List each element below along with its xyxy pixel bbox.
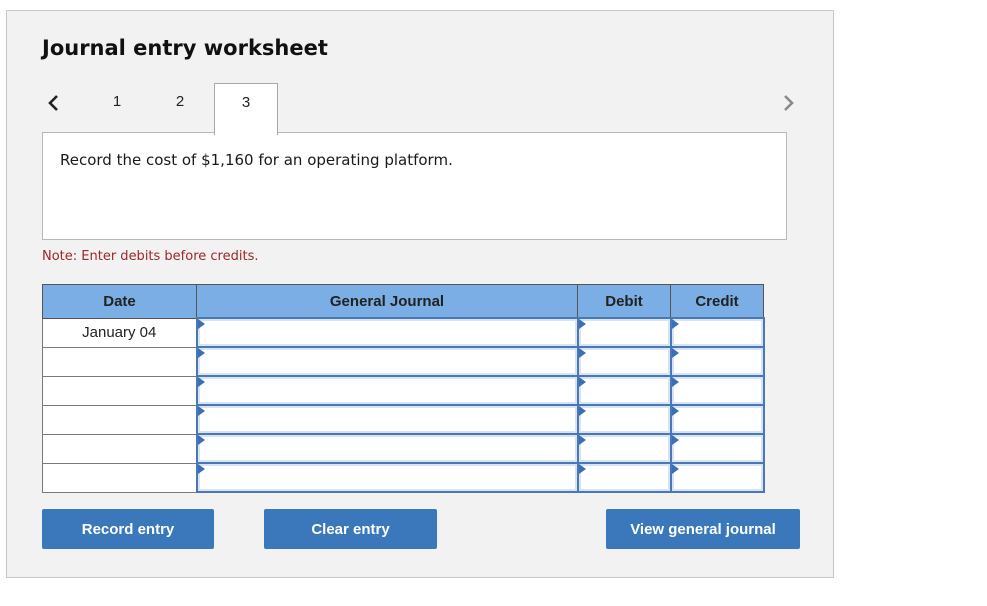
account-input[interactable] xyxy=(197,319,577,346)
debit-cell xyxy=(576,317,672,348)
dropdown-marker-icon xyxy=(578,406,586,416)
dropdown-marker-icon xyxy=(197,435,205,445)
table-row xyxy=(42,462,765,493)
tab-1[interactable]: 1 xyxy=(89,83,145,133)
credit-input[interactable] xyxy=(671,435,763,462)
dropdown-marker-icon xyxy=(197,464,205,474)
dropdown-marker-icon xyxy=(671,464,679,474)
debit-cell xyxy=(576,462,672,493)
debit-input[interactable] xyxy=(578,319,670,346)
dropdown-marker-icon xyxy=(197,377,205,387)
credit-input[interactable] xyxy=(671,377,763,404)
journal-worksheet-panel: Journal entry worksheet 1 2 3 Record the… xyxy=(6,10,834,578)
credit-cell xyxy=(669,433,765,464)
dropdown-marker-icon xyxy=(578,435,586,445)
credit-cell xyxy=(669,462,765,493)
record-entry-button[interactable]: Record entry xyxy=(42,509,214,549)
journal-table: Date General Journal Debit Credit Januar… xyxy=(42,284,765,493)
dropdown-marker-icon xyxy=(578,348,586,358)
dropdown-marker-icon xyxy=(578,319,586,329)
account-cell xyxy=(195,317,579,348)
header-debit: Debit xyxy=(577,284,671,319)
table-row xyxy=(42,404,765,435)
date-cell xyxy=(42,404,197,435)
account-input[interactable] xyxy=(197,377,577,404)
previous-button[interactable] xyxy=(44,91,64,115)
credit-input[interactable] xyxy=(671,464,763,491)
table-row xyxy=(42,346,765,377)
dropdown-marker-icon xyxy=(578,464,586,474)
account-input[interactable] xyxy=(197,348,577,375)
debit-input[interactable] xyxy=(578,377,670,404)
debit-cell xyxy=(576,346,672,377)
dropdown-marker-icon xyxy=(578,377,586,387)
table-row: January 04 xyxy=(42,317,765,348)
dropdown-marker-icon xyxy=(671,348,679,358)
dropdown-marker-icon xyxy=(197,319,205,329)
dropdown-marker-icon xyxy=(671,435,679,445)
debit-input[interactable] xyxy=(578,406,670,433)
dropdown-marker-icon xyxy=(671,319,679,329)
account-cell xyxy=(195,462,579,493)
date-cell xyxy=(42,433,197,464)
account-input[interactable] xyxy=(197,464,577,491)
debit-cell xyxy=(576,433,672,464)
header-credit: Credit xyxy=(670,284,764,319)
debit-input[interactable] xyxy=(578,348,670,375)
debit-cell xyxy=(576,404,672,435)
credit-cell xyxy=(669,346,765,377)
table-row xyxy=(42,375,765,406)
debit-input[interactable] xyxy=(578,435,670,462)
next-button[interactable] xyxy=(779,91,799,115)
credit-cell xyxy=(669,375,765,406)
credit-cell xyxy=(669,317,765,348)
account-input[interactable] xyxy=(197,435,577,462)
prompt-text: Record the cost of $1,160 for an operati… xyxy=(60,151,453,169)
dropdown-marker-icon xyxy=(197,348,205,358)
credit-input[interactable] xyxy=(671,348,763,375)
date-cell xyxy=(42,462,197,493)
account-cell xyxy=(195,433,579,464)
table-header-row: Date General Journal Debit Credit xyxy=(42,284,764,319)
credit-cell xyxy=(669,404,765,435)
date-cell xyxy=(42,346,197,377)
tab-3-active[interactable]: 3 xyxy=(214,83,278,135)
chevron-left-icon xyxy=(48,95,58,111)
debit-input[interactable] xyxy=(578,464,670,491)
account-cell xyxy=(195,346,579,377)
worksheet-title: Journal entry worksheet xyxy=(42,36,328,60)
dropdown-marker-icon xyxy=(197,406,205,416)
date-cell: January 04 xyxy=(42,317,197,348)
tab-2[interactable]: 2 xyxy=(152,83,208,133)
dropdown-marker-icon xyxy=(671,377,679,387)
table-row xyxy=(42,433,765,464)
header-date: Date xyxy=(42,284,197,319)
prompt-box: Record the cost of $1,160 for an operati… xyxy=(42,132,787,240)
note-text: Note: Enter debits before credits. xyxy=(42,249,259,264)
date-cell xyxy=(42,375,197,406)
header-general-journal: General Journal xyxy=(196,284,578,319)
account-input[interactable] xyxy=(197,406,577,433)
clear-entry-button[interactable]: Clear entry xyxy=(264,509,437,549)
debit-cell xyxy=(576,375,672,406)
account-cell xyxy=(195,375,579,406)
dropdown-marker-icon xyxy=(671,406,679,416)
chevron-right-icon xyxy=(784,95,794,111)
view-general-journal-button[interactable]: View general journal xyxy=(606,509,800,549)
credit-input[interactable] xyxy=(671,319,763,346)
credit-input[interactable] xyxy=(671,406,763,433)
account-cell xyxy=(195,404,579,435)
